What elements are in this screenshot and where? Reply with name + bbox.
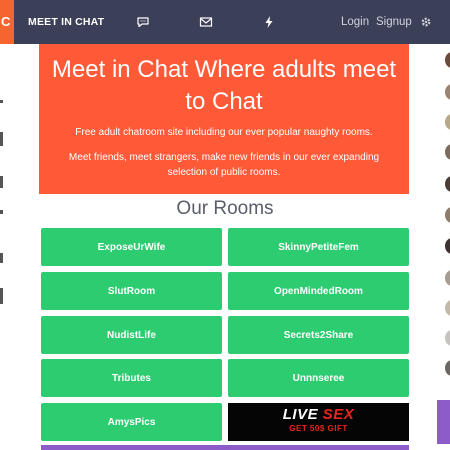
room-button-exposeurwife[interactable]: ExposeUrWife bbox=[41, 228, 222, 266]
left-edge-mark bbox=[0, 253, 3, 263]
user-avatar[interactable] bbox=[445, 238, 450, 254]
user-avatar[interactable] bbox=[445, 330, 450, 346]
mail-icon[interactable] bbox=[198, 14, 214, 30]
rooms-heading: Our Rooms bbox=[176, 198, 274, 219]
top-navbar: C MEET IN CHAT Login Signup bbox=[0, 0, 450, 44]
left-edge-mark bbox=[0, 176, 3, 188]
hero-description: Free adult chatroom site including our e… bbox=[75, 127, 373, 138]
room-button-unnnseree[interactable]: Unnnseree bbox=[228, 359, 409, 397]
user-avatar[interactable] bbox=[445, 270, 450, 286]
nav-edge-tab[interactable]: C bbox=[0, 0, 14, 44]
user-avatar[interactable] bbox=[445, 176, 450, 192]
live-sex-ad-banner[interactable]: LIVE SEX GET 50$ GIFT bbox=[228, 403, 409, 441]
room-button-secrets2share[interactable]: Secrets2Share bbox=[228, 316, 409, 354]
left-edge-mark bbox=[0, 210, 3, 214]
user-avatar[interactable] bbox=[445, 360, 450, 376]
signup-link[interactable]: Signup bbox=[376, 0, 412, 44]
login-link[interactable]: Login bbox=[341, 0, 369, 44]
user-avatar[interactable] bbox=[445, 207, 450, 223]
room-button-tributes[interactable]: Tributes bbox=[41, 359, 222, 397]
lightning-icon[interactable] bbox=[261, 14, 277, 30]
room-button-amyspics[interactable]: AmysPics bbox=[41, 403, 222, 441]
hero-banner: Meet in Chat Where adults meet to Chat F… bbox=[39, 44, 409, 194]
brand-logo-text[interactable]: MEET IN CHAT bbox=[28, 0, 104, 44]
ad-title-sex: SEX bbox=[322, 406, 355, 423]
ad-title-live: LIVE bbox=[282, 406, 323, 423]
user-avatar[interactable] bbox=[445, 84, 450, 100]
gear-icon[interactable] bbox=[418, 14, 434, 30]
ad-subtitle: GET 50$ GIFT bbox=[289, 424, 348, 433]
left-edge-mark bbox=[0, 132, 3, 146]
room-button-openmindedroom[interactable]: OpenMindedRoom bbox=[228, 272, 409, 310]
right-purple-panel[interactable] bbox=[437, 400, 450, 444]
user-avatar[interactable] bbox=[445, 300, 450, 316]
hero-description-secondary: Meet friends, meet strangers, make new f… bbox=[68, 152, 380, 178]
left-edge-mark bbox=[0, 100, 3, 103]
hero-title: Meet in Chat Where adults meet to Chat bbox=[51, 56, 397, 115]
ad-title: LIVE SEX bbox=[228, 406, 409, 424]
room-button-slutroom[interactable]: SlutRoom bbox=[41, 272, 222, 310]
bottom-purple-button-edge[interactable] bbox=[41, 445, 409, 450]
left-edge-mark bbox=[0, 288, 3, 304]
chat-icon[interactable] bbox=[135, 14, 151, 30]
room-button-skinnypetitefem[interactable]: SkinnyPetiteFem bbox=[228, 228, 409, 266]
user-avatar[interactable] bbox=[445, 144, 450, 160]
user-avatar[interactable] bbox=[445, 114, 450, 130]
user-avatar[interactable] bbox=[445, 52, 450, 68]
room-button-nudistlife[interactable]: NudistLife bbox=[41, 316, 222, 354]
